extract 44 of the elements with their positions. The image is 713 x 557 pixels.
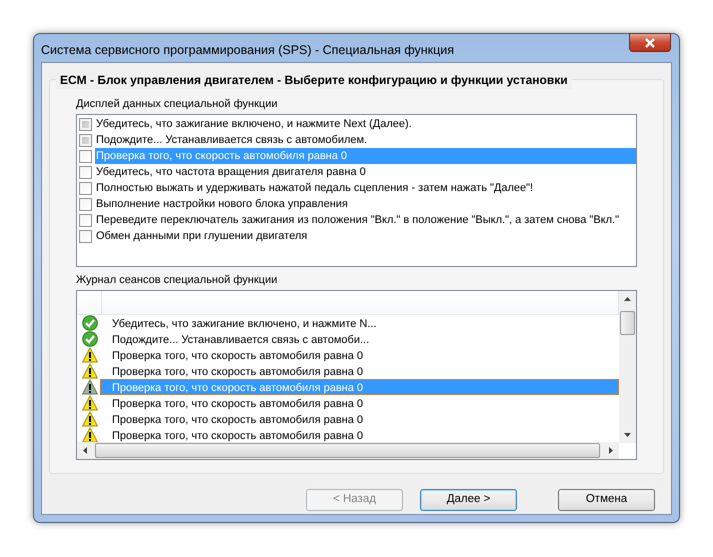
list-item[interactable]: Обмен данными при глушении двигателя	[95, 228, 636, 244]
window-title: Система сервисного программирования (SPS) - Специальная функция	[41, 42, 454, 59]
log-entry[interactable]: Проверка того, что скорость автомобиля равна 0	[100, 395, 619, 411]
log-entry[interactable]: Проверка того, что скорость автомобиля равна 0	[100, 427, 619, 443]
dialog-button[interactable]: Далее >	[420, 489, 517, 511]
close-button[interactable]	[629, 33, 671, 52]
log-entry[interactable]: Проверка того, что скорость автомобиля равна 0	[100, 411, 619, 427]
checkbox[interactable]	[79, 214, 92, 226]
check-icon	[82, 315, 98, 331]
checkbox[interactable]	[79, 150, 92, 162]
vertical-scrollbar[interactable]	[619, 291, 636, 443]
checkbox[interactable]	[79, 198, 92, 210]
log-entry[interactable]: Убедитесь, что зажигание включено, и нажмите N...	[100, 315, 619, 331]
checkbox[interactable]	[79, 230, 92, 242]
scroll-left-icon[interactable]	[83, 447, 87, 454]
scroll-thumb[interactable]	[620, 311, 635, 335]
horizontal-scrollbar[interactable]	[77, 442, 619, 459]
warning-icon	[82, 395, 98, 411]
list-item[interactable]: Полностью выжать и удерживать нажатой педаль сцепления - затем нажать "Далее"!	[95, 180, 636, 196]
warning-icon	[82, 363, 98, 379]
list-item[interactable]: Переведите переключатель зажигания из положения "Вкл." в положение "Выкл.", а затем снова "Вкл."	[95, 212, 636, 228]
check-icon	[82, 331, 98, 347]
section-label: Дисплей данных специальной функции	[76, 97, 278, 111]
checkbox[interactable]	[79, 166, 92, 178]
log-entry[interactable]: Подождите... Устанавливается связь с автомоби...	[100, 331, 619, 347]
warning-icon	[82, 347, 98, 363]
list-item[interactable]: Убедитесь, что частота вращения двигателя равна 0	[95, 164, 636, 180]
scroll-down-icon[interactable]	[624, 433, 631, 437]
scroll-right-icon[interactable]	[609, 447, 613, 454]
section-label: Журнал сеансов специальной функции	[76, 273, 278, 287]
checkbox[interactable]	[79, 182, 92, 194]
warning-icon	[82, 411, 98, 427]
scroll-up-icon[interactable]	[624, 297, 631, 301]
list-item[interactable]: Выполнение настройки нового блока управления	[95, 196, 636, 212]
list-item[interactable]: Подождите... Устанавливается связь с автомобилем.	[95, 132, 636, 148]
log-entry[interactable]: Проверка того, что скорость автомобиля равна 0	[100, 347, 619, 363]
checkbox[interactable]	[79, 134, 92, 146]
log-entry[interactable]: Проверка того, что скорость автомобиля равна 0	[100, 363, 619, 379]
list-item[interactable]: Убедитесь, что зажигание включено, и нажмите Next (Далее).	[95, 116, 636, 132]
dialog-button[interactable]: Отмена	[558, 489, 655, 511]
close-icon	[644, 38, 656, 48]
warning-icon	[82, 379, 98, 395]
checkbox[interactable]	[79, 118, 92, 130]
scroll-thumb[interactable]	[95, 443, 600, 458]
